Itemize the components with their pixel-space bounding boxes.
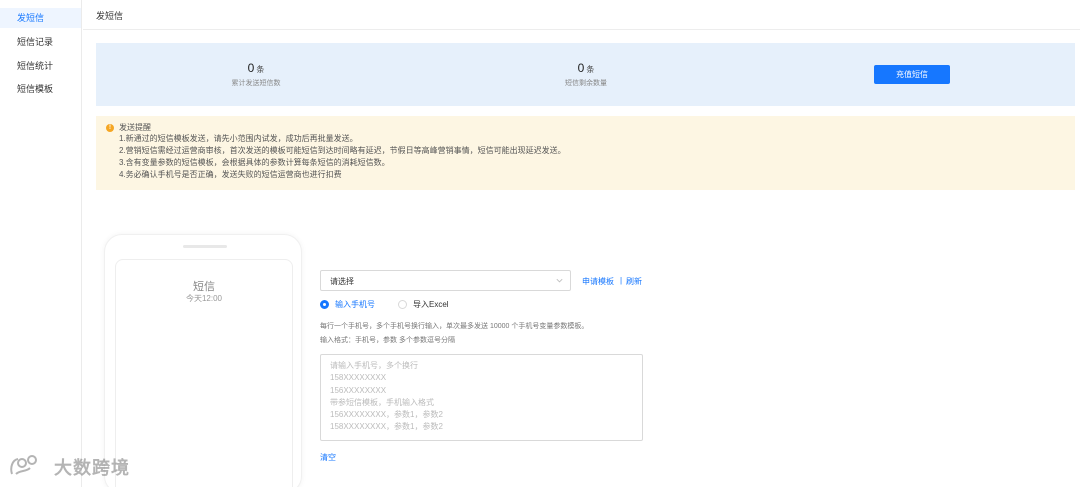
warning-icon: ! bbox=[106, 123, 114, 132]
placeholder-line: 158XXXXXXXX bbox=[330, 373, 387, 383]
phone-screen: 短信 今天12:00 bbox=[115, 259, 293, 487]
sidebar-item-sms-records[interactable]: 短信记录 bbox=[0, 32, 81, 52]
clear-link[interactable]: 清空 bbox=[320, 452, 336, 463]
sent-count-stat: 0条 累计发送短信数 bbox=[186, 61, 326, 88]
sms-phone-preview: 短信 今天12:00 bbox=[104, 234, 302, 487]
sent-count-label: 累计发送短信数 bbox=[231, 80, 281, 87]
sidebar-item-sms-templates[interactable]: 短信模板 bbox=[0, 79, 81, 99]
chevron-down-icon bbox=[555, 276, 564, 287]
remaining-count-unit: 条 bbox=[586, 65, 595, 74]
placeholder-line: 带参短信模板，手机输入格式 bbox=[330, 397, 434, 407]
sms-stats-panel: 0条 累计发送短信数 0条 短信剩余数量 充值短信 bbox=[96, 43, 1075, 106]
radio-input-phone[interactable]: 输入手机号 bbox=[320, 299, 375, 310]
phone-format-hint: 输入格式：手机号，参数 多个参数逗号分隔 bbox=[320, 337, 455, 344]
phone-speaker bbox=[183, 245, 227, 248]
radio-unchecked-icon bbox=[398, 300, 407, 309]
notice-line: 3.含有变量参数的短信模板，会根据具体的参数计算每条短信的消耗短信数。 bbox=[119, 158, 390, 167]
notice-title: 发送提醒 bbox=[119, 123, 151, 132]
recharge-sms-button[interactable]: 充值短信 bbox=[874, 65, 950, 84]
notice-line: 4.务必确认手机号是否正确，发送失败的短信运营商也进行扣费 bbox=[119, 170, 342, 179]
placeholder-line: 请输入手机号，多个换行 bbox=[330, 361, 418, 370]
watermark-logo-icon bbox=[8, 454, 50, 480]
remaining-count-value: 0 bbox=[577, 61, 585, 75]
header-divider bbox=[83, 29, 1080, 30]
placeholder-line: 158XXXXXXXX，参数1，参数2 bbox=[330, 422, 443, 432]
radio-import-excel[interactable]: 导入Excel bbox=[398, 299, 449, 310]
placeholder-line: 156XXXXXXXX bbox=[330, 385, 387, 395]
watermark: 大数跨境 bbox=[8, 454, 130, 480]
radio-input-phone-label: 输入手机号 bbox=[335, 300, 375, 309]
sidebar: 发短信 短信记录 短信统计 短信模板 bbox=[0, 0, 82, 487]
watermark-text: 大数跨境 bbox=[54, 458, 130, 478]
sent-count-value: 0 bbox=[247, 61, 255, 75]
send-notice-box: ! 发送提醒 1.新通过的短信模板发送，请先小范围内试发，成功后再批量发送。 2… bbox=[96, 116, 1075, 190]
apply-template-link[interactable]: 申请模板 bbox=[582, 276, 614, 287]
placeholder-line: 156XXXXXXXX，参数1，参数2 bbox=[330, 410, 443, 420]
page-title: 发短信 bbox=[96, 11, 124, 21]
radio-checked-icon bbox=[320, 300, 329, 309]
sent-count-unit: 条 bbox=[256, 65, 265, 74]
link-separator: | bbox=[620, 276, 623, 285]
refresh-link[interactable]: 刷新 bbox=[626, 276, 642, 287]
preview-time: 今天12:00 bbox=[185, 294, 223, 303]
remaining-count-stat: 0条 短信剩余数量 bbox=[516, 61, 656, 88]
sidebar-item-send-sms[interactable]: 发短信 bbox=[0, 8, 81, 28]
phone-input-hint: 每行一个手机号，多个手机号换行输入，单次最多发送 10000 个手机号变量参数模… bbox=[320, 323, 589, 330]
template-select-value: 请选择 bbox=[330, 277, 354, 286]
radio-import-excel-label: 导入Excel bbox=[413, 300, 449, 309]
notice-line: 1.新通过的短信模板发送，请先小范围内试发，成功后再批量发送。 bbox=[119, 134, 358, 143]
remaining-count-label: 短信剩余数量 bbox=[565, 80, 607, 87]
notice-line: 2.营销短信需经过运营商审核，首次发送的模板可能短信到达时间略有延迟，节假日等高… bbox=[119, 146, 566, 155]
preview-title: 短信 bbox=[193, 281, 215, 293]
sidebar-item-sms-stats[interactable]: 短信统计 bbox=[0, 56, 81, 76]
phone-numbers-textarea[interactable]: 请输入手机号，多个换行 158XXXXXXXX 156XXXXXXXX 带参短信… bbox=[320, 354, 643, 441]
template-select[interactable]: 请选择 bbox=[320, 270, 571, 291]
